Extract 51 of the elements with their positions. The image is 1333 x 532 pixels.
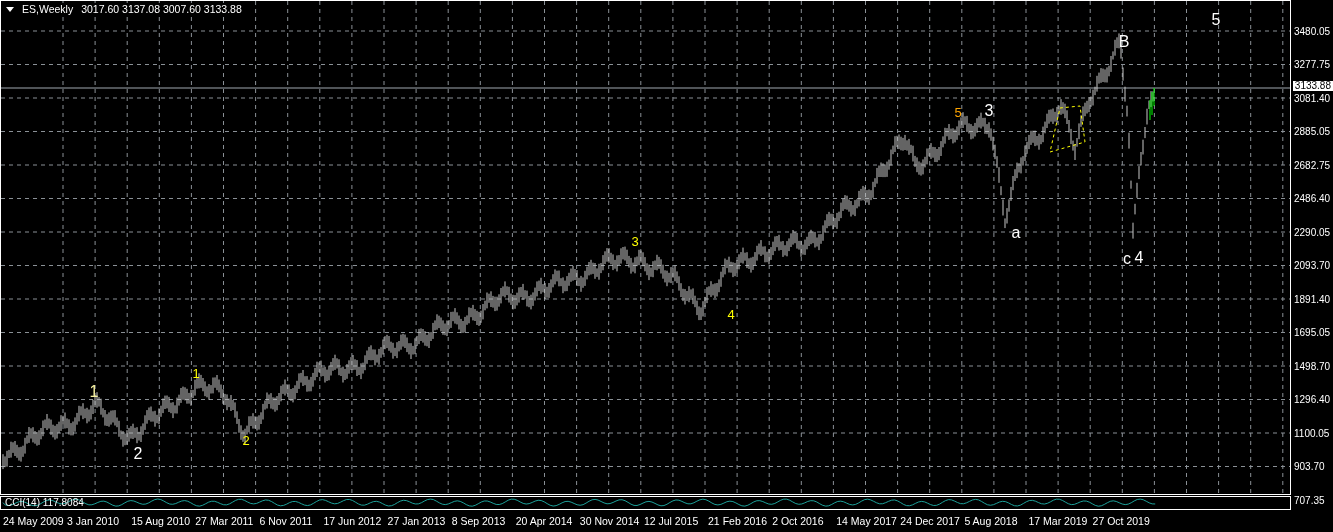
wave-label: 2	[133, 444, 143, 462]
current-price-tag: 3133.88	[1292, 81, 1333, 91]
wave-label: 4	[1134, 248, 1144, 266]
price-axis-label: 1891.40	[1293, 293, 1331, 305]
dropdown-arrow-icon[interactable]	[6, 6, 14, 12]
time-axis-label: 12 Jul 2015	[643, 515, 700, 527]
time-axis-label: 2 Oct 2016	[772, 515, 825, 527]
price-axis-label: 1296.40	[1293, 394, 1331, 405]
wave-label: 1	[89, 382, 99, 400]
price-axis-label: 707.35	[1293, 494, 1325, 506]
wave-label: 4	[727, 308, 735, 322]
time-axis-label: 14 May 2017	[836, 515, 898, 527]
time-axis-label: 27 Jan 2013	[387, 515, 447, 527]
wave-label: 5	[954, 106, 962, 120]
time-axis-label: 17 Jun 2012	[323, 515, 383, 527]
price-axis-label: 2093.70	[1293, 260, 1331, 271]
wave-label: 3	[984, 101, 994, 119]
wave-label: a	[1011, 223, 1021, 241]
time-axis-label: 6 Nov 2011	[259, 515, 314, 527]
time-axis-label: 30 Nov 2014	[579, 515, 641, 527]
ohlc-values: 3017.60 3137.08 3007.60 3133.88	[81, 3, 242, 15]
time-axis-label: 17 Mar 2019	[1028, 515, 1089, 527]
wave-label: c	[1123, 249, 1131, 267]
price-axis-label: 1498.70	[1293, 360, 1331, 372]
price-axis-label: 2290.05	[1293, 226, 1331, 238]
price-axis-label: 2885.05	[1293, 126, 1331, 137]
time-axis-label: 27 Oct 2019	[1092, 515, 1151, 527]
wave-label: 1	[192, 367, 200, 381]
price-axis-label: 1100.05	[1293, 427, 1330, 439]
wave-label: 3	[631, 235, 639, 249]
symbol-label: ES,Weekly	[22, 3, 74, 15]
time-axis-label: 8 Sep 2013	[451, 515, 507, 527]
price-axis-label: 1695.05	[1293, 327, 1331, 338]
time-axis-label: 27 Mar 2011	[195, 515, 255, 527]
price-axis-label: 903.70	[1293, 461, 1325, 472]
time-axis-label: 20 Apr 2014	[515, 515, 574, 527]
price-axis-label: 2682.75	[1293, 159, 1331, 171]
wave-label: 2	[242, 434, 250, 448]
price-axis-label: 3480.05	[1293, 25, 1331, 37]
price-axis-label: 2486.40	[1293, 193, 1331, 204]
time-axis-label: 24 May 2009	[3, 515, 65, 527]
time-axis-label: 15 Aug 2010	[131, 515, 192, 527]
time-axis-label: 21 Feb 2016	[708, 515, 768, 527]
wave-label: 5	[1211, 10, 1221, 28]
price-axis-label: 3081.40	[1293, 92, 1331, 104]
wave-label: B	[1118, 32, 1130, 50]
time-axis-label: 5 Aug 2018	[964, 515, 1019, 527]
time-axis-label: 3 Jan 2010	[67, 515, 121, 527]
price-axis-label: 3277.75	[1293, 59, 1331, 70]
indicator-label: CCI(14) 117.8084	[5, 497, 84, 509]
time-axis-label: 24 Dec 2017	[900, 515, 961, 527]
